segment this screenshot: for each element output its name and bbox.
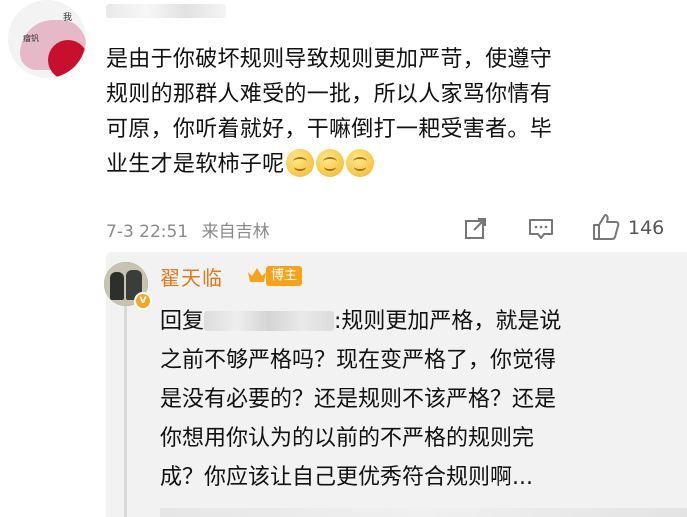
reply-line: 是没有必要的？还是规则不该严格？还是 bbox=[160, 387, 557, 412]
avatar-text-left: 瘤钒 bbox=[23, 34, 39, 43]
like-count: 146 bbox=[628, 217, 665, 239]
reply-line: 成？你应该让自己更优秀符合规则啊... bbox=[160, 465, 533, 490]
reply-author-name[interactable]: 翟天临 bbox=[160, 262, 223, 291]
comment-line-last: 业生才是软柿子呢 bbox=[106, 147, 676, 182]
comment-body: 是由于你破坏规则导致规则更加严苛，使遵守 规则的那群人难受的一批，所以人家骂你情… bbox=[106, 42, 676, 182]
doge-emoji bbox=[286, 149, 315, 177]
comment-line: 业生才是软柿子呢 bbox=[106, 152, 285, 177]
reply-line: 之前不够严格吗？现在变严格了，你觉得 bbox=[160, 348, 557, 373]
doge-emoji bbox=[316, 149, 345, 177]
reply-line: :规则更加严格，就是说 bbox=[334, 309, 562, 334]
comment-time: 7-3 22:51 bbox=[106, 222, 189, 242]
thread-line bbox=[124, 304, 127, 517]
reply-line: 你想用你认为的以前的不严格的规则完 bbox=[160, 426, 535, 451]
blurred-mention[interactable] bbox=[204, 311, 335, 331]
reply-first-line: 回复 :规则更加严格，就是说 bbox=[160, 302, 675, 341]
author-badge: 博主 bbox=[266, 266, 303, 286]
comment-icon[interactable] bbox=[528, 216, 554, 242]
comment-meta: 7-3 22:51 来自吉林 bbox=[106, 217, 270, 242]
cropped-content bbox=[160, 508, 687, 517]
comment-source: 来自吉林 bbox=[201, 222, 270, 242]
verified-badge: V bbox=[134, 292, 152, 310]
comment-line: 可原，你听着就好，干嘛倒打一耙受害者。毕 bbox=[106, 117, 553, 142]
share-icon[interactable] bbox=[463, 215, 489, 241]
like-icon[interactable] bbox=[591, 212, 621, 242]
commenter-avatar[interactable]: 我 瘤钒 bbox=[8, 0, 86, 78]
reply-prefix: 回复 bbox=[160, 309, 205, 334]
crown-icon bbox=[248, 268, 266, 282]
reply-body: 回复 :规则更加严格，就是说 之前不够严格吗？现在变严格了，你觉得 是没有必要的？… bbox=[160, 302, 675, 497]
doge-emoji bbox=[346, 149, 375, 177]
blurred-username[interactable] bbox=[106, 4, 226, 18]
comment-line: 规则的那群人难受的一批，所以人家骂你情有 bbox=[106, 82, 553, 107]
comment-line: 是由于你破坏规则导致规则更加严苛，使遵守 bbox=[106, 47, 553, 72]
avatar-text-top: 我 bbox=[63, 13, 73, 23]
